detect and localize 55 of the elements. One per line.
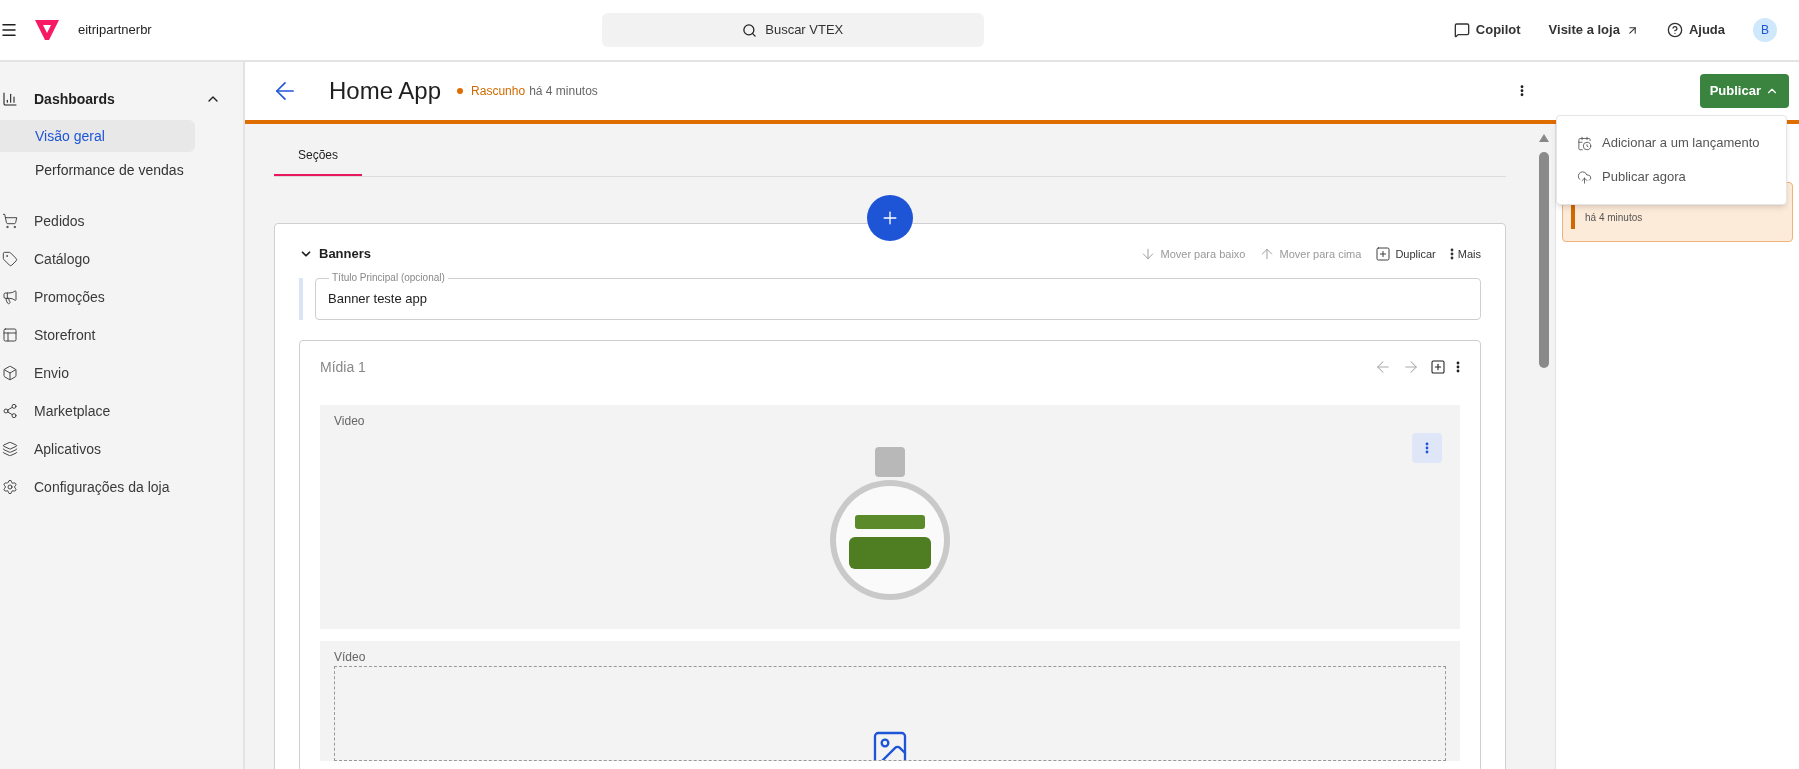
draft-time: há 4 minutos xyxy=(1585,211,1643,225)
tag-icon xyxy=(2,251,18,267)
sidebar-item[interactable]: Promoções xyxy=(0,278,105,316)
media-label: Video xyxy=(333,413,366,430)
sidebar-item[interactable]: Pedidos xyxy=(0,202,85,240)
share-icon xyxy=(2,403,18,419)
menu-item[interactable]: Adicionar a um lançamento xyxy=(1557,126,1786,160)
more-icon xyxy=(1425,442,1429,454)
section-toggle[interactable]: Banners xyxy=(299,244,372,264)
publish-button[interactable]: Publicar xyxy=(1699,74,1789,108)
layers-icon xyxy=(2,441,18,457)
add-section-button[interactable] xyxy=(867,195,913,241)
page-title: Home App xyxy=(329,76,442,106)
section-action[interactable]: Mais xyxy=(1449,245,1481,263)
sidebar-item[interactable]: Aplicativos xyxy=(0,430,101,468)
more-icon[interactable] xyxy=(1456,361,1460,373)
header-link[interactable]: Copilot xyxy=(1453,20,1521,40)
media-title: Mídia 1 xyxy=(320,357,366,377)
bar-chart-icon xyxy=(2,91,18,107)
search-field[interactable]: Buscar VTEX xyxy=(601,13,984,47)
help-icon xyxy=(1666,22,1683,38)
sidebar-item[interactable]: Marketplace xyxy=(0,392,111,430)
more-icon[interactable] xyxy=(1519,84,1524,98)
menu-icon[interactable] xyxy=(0,21,18,39)
logo-icon xyxy=(34,19,60,41)
tab[interactable]: Seções xyxy=(274,136,363,176)
media-label: Vídeo xyxy=(334,649,367,666)
sidebar-item[interactable]: Catálogo xyxy=(0,240,91,278)
duplicate-icon[interactable] xyxy=(1430,359,1446,375)
sidebar-group[interactable]: Dashboards xyxy=(0,80,243,118)
sidebar-item[interactable]: Configurações da loja xyxy=(0,468,170,506)
megaphone-icon xyxy=(2,289,18,305)
cloud-upload-icon xyxy=(1577,169,1592,185)
settings-icon xyxy=(2,479,18,495)
header-link[interactable]: Visite a loja xyxy=(1548,20,1639,40)
menu-item[interactable]: Publicar agora xyxy=(1557,160,1786,194)
sidebar-subitem[interactable]: Visão geral xyxy=(0,120,195,152)
more-icon xyxy=(1449,248,1454,260)
sidebar-item[interactable]: Envio xyxy=(0,354,70,392)
duplicate-icon xyxy=(1375,246,1392,262)
calendar-clock-icon xyxy=(1577,135,1592,151)
account-name: eitripartnerbr xyxy=(78,21,152,40)
cart-icon xyxy=(2,213,18,229)
layout-icon xyxy=(2,327,18,343)
status-label: Rascunho xyxy=(471,83,526,100)
chat-icon xyxy=(1453,22,1470,38)
field-label: Título Principal (opcional) xyxy=(329,270,448,285)
search-icon xyxy=(742,22,758,38)
header-link[interactable]: Ajuda xyxy=(1666,20,1725,40)
avatar[interactable]: B xyxy=(1753,18,1777,42)
sidebar-subitem[interactable]: Performance de vendas xyxy=(0,154,195,186)
section-action[interactable]: Duplicar xyxy=(1375,245,1436,263)
updated-time: há 4 minutos xyxy=(529,83,598,100)
box-icon xyxy=(2,365,18,381)
sidebar-item[interactable]: Storefront xyxy=(0,316,96,354)
